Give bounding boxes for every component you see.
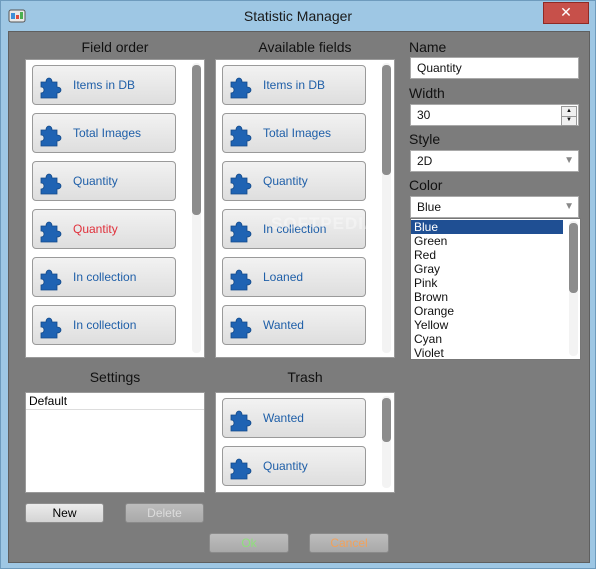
trash-scroll-thumb[interactable] xyxy=(382,398,391,442)
close-icon: ✕ xyxy=(560,4,572,20)
color-list-scrollbar[interactable] xyxy=(569,221,578,356)
puzzle-icon xyxy=(230,77,252,99)
puzzle-icon xyxy=(230,269,252,291)
puzzle-icon xyxy=(230,125,252,147)
color-option[interactable]: Orange xyxy=(411,304,563,318)
color-option[interactable]: Cyan xyxy=(411,332,563,346)
trash-list[interactable]: Wanted Quantity xyxy=(215,392,395,493)
puzzle-icon xyxy=(40,317,62,339)
available-field-item-label: Loaned xyxy=(263,270,304,284)
color-option[interactable]: Gray xyxy=(411,262,563,276)
style-value: 2D xyxy=(417,154,433,168)
color-option[interactable]: Violet xyxy=(411,346,563,359)
close-button[interactable]: ✕ xyxy=(543,2,589,24)
field-order-item[interactable]: Quantity xyxy=(32,209,176,249)
cancel-button[interactable]: Cancel xyxy=(309,533,389,553)
puzzle-icon xyxy=(230,173,252,195)
puzzle-icon xyxy=(40,173,62,195)
window-title: Statistic Manager xyxy=(243,8,353,24)
available-fields-heading: Available fields xyxy=(258,39,352,55)
puzzle-icon xyxy=(230,221,252,243)
available-field-item[interactable]: Wanted xyxy=(222,305,366,345)
watermark: SOFTPEDIA xyxy=(271,214,378,233)
style-select[interactable]: 2D ▼ xyxy=(410,150,579,172)
color-option[interactable]: Red xyxy=(411,248,563,262)
dropdown-arrow-icon: ▼ xyxy=(564,155,574,166)
field-order-item-label: Quantity xyxy=(73,174,118,188)
field-order-item-label: In collection xyxy=(73,270,137,284)
settings-heading: Settings xyxy=(89,369,141,385)
available-field-item[interactable]: Quantity xyxy=(222,161,366,201)
color-dropdown-list[interactable]: Blue Green Red Gray Pink Brown Orange Yellow Cya… xyxy=(410,218,581,360)
name-field[interactable]: Quantity xyxy=(410,57,579,79)
available-field-item[interactable]: Total Images xyxy=(222,113,366,153)
title-bar[interactable]: Statistic Manager ✕ xyxy=(1,1,595,31)
field-order-scroll-thumb[interactable] xyxy=(192,65,201,215)
settings-list[interactable]: Default xyxy=(25,392,205,493)
color-option[interactable]: Green xyxy=(411,234,563,248)
width-value: 30 xyxy=(417,108,431,122)
field-order-item[interactable]: Items in DB xyxy=(32,65,176,105)
available-field-item-label: Quantity xyxy=(263,174,308,188)
field-order-item[interactable]: Total Images xyxy=(32,113,176,153)
color-option[interactable]: Brown xyxy=(411,290,563,304)
puzzle-icon xyxy=(230,317,252,339)
dialog-body: Field order Items in DB Total Images Quant… xyxy=(8,31,590,563)
style-label: Style xyxy=(409,131,441,147)
new-button[interactable]: New xyxy=(25,503,104,523)
delete-button[interactable]: Delete xyxy=(125,503,204,523)
available-field-item-label: Items in DB xyxy=(263,78,326,92)
field-order-item-label: Items in DB xyxy=(73,78,136,92)
field-order-item[interactable]: In collection xyxy=(32,257,176,297)
color-value: Blue xyxy=(417,200,442,214)
color-select[interactable]: Blue ▼ xyxy=(410,196,579,218)
available-fields-scroll-thumb[interactable] xyxy=(382,65,391,175)
puzzle-icon xyxy=(40,77,62,99)
field-order-item-label: Total Images xyxy=(73,126,142,140)
puzzle-icon xyxy=(40,269,62,291)
trash-scrollbar[interactable] xyxy=(382,396,391,488)
field-order-item[interactable]: Quantity xyxy=(32,161,176,201)
width-label: Width xyxy=(409,85,445,101)
available-field-item-label: Wanted xyxy=(263,318,304,332)
color-option[interactable]: Blue xyxy=(411,220,563,234)
field-order-heading: Field order xyxy=(81,39,149,55)
field-order-scrollbar[interactable] xyxy=(192,63,201,353)
trash-item[interactable]: Wanted xyxy=(222,398,366,438)
field-order-item[interactable]: In collection xyxy=(32,305,176,345)
field-order-item-label: In collection xyxy=(73,318,137,332)
available-field-item[interactable]: Loaned xyxy=(222,257,366,297)
available-field-item[interactable]: Items in DB xyxy=(222,65,366,105)
trash-item-label: Wanted xyxy=(263,411,304,425)
spin-down-icon[interactable]: ▼ xyxy=(561,116,577,126)
available-fields-list[interactable]: Items in DB Total Images Quantity In collec… xyxy=(215,59,395,358)
color-option[interactable]: Yellow xyxy=(411,318,563,332)
puzzle-icon xyxy=(230,458,252,480)
dropdown-arrow-icon: ▼ xyxy=(564,201,574,212)
color-list-scroll-thumb[interactable] xyxy=(569,223,578,293)
ok-button[interactable]: Ok xyxy=(209,533,289,553)
available-fields-scrollbar[interactable] xyxy=(382,63,391,353)
available-field-item-label: Total Images xyxy=(263,126,332,140)
width-stepper[interactable]: 30 ▲ ▼ xyxy=(410,104,579,126)
settings-item[interactable]: Default xyxy=(26,393,204,410)
field-order-item-label: Quantity xyxy=(73,222,118,236)
trash-item[interactable]: Quantity xyxy=(222,446,366,486)
statistic-manager-window: Statistic Manager ✕ Field order Items in… xyxy=(0,0,596,569)
trash-heading: Trash xyxy=(287,369,323,385)
name-label: Name xyxy=(409,39,447,55)
color-label: Color xyxy=(409,177,443,193)
puzzle-icon xyxy=(40,125,62,147)
field-order-list[interactable]: Items in DB Total Images Quantity Quantity I… xyxy=(25,59,205,358)
puzzle-icon xyxy=(40,221,62,243)
color-option[interactable]: Pink xyxy=(411,276,563,290)
trash-item-label: Quantity xyxy=(263,459,308,473)
puzzle-icon xyxy=(230,410,252,432)
